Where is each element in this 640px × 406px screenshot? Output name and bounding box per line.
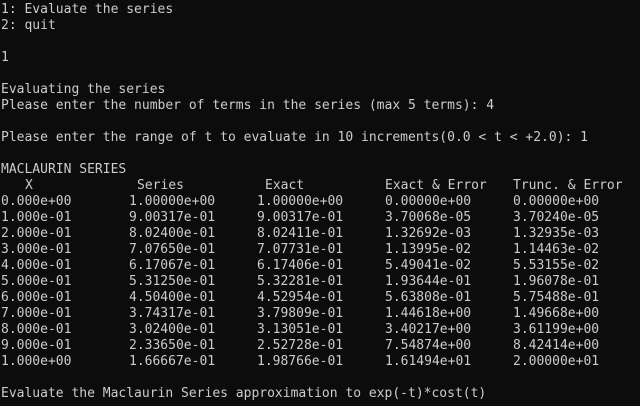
x-value: 9.000e-01 [1, 338, 72, 353]
terms-prompt: Please enter the number of terms in the … [1, 98, 495, 113]
trunc-error-value: 5.75488e-01 [513, 290, 600, 305]
table-title: MACLAURIN SERIES [1, 162, 127, 177]
column-header-exact-error: Exact & Error [385, 178, 487, 193]
x-value: 0.000e+00 [1, 194, 72, 209]
x-value: 2.000e-01 [1, 226, 72, 241]
table-row: 9.000e-01 2.33650e-01 2.52728e-01 7.54874e+… [1, 338, 640, 354]
trunc-error-value: 1.14463e-02 [513, 242, 600, 257]
exact-value: 3.13051e-01 [257, 322, 344, 337]
trunc-error-value: 0.00000e+00 [513, 194, 600, 209]
x-value: 3.000e-01 [1, 242, 72, 257]
x-value: 6.000e-01 [1, 290, 72, 305]
exact-value: 3.79809e-01 [257, 306, 344, 321]
table-row: 4.000e-01 6.17067e-01 6.17406e-01 5.49041e-… [1, 258, 640, 274]
series-value: 3.74317e-01 [129, 306, 216, 321]
series-value: 6.17067e-01 [129, 258, 216, 273]
exact-error-value: 0.00000e+00 [385, 194, 472, 209]
series-value: 1.66667e-01 [129, 354, 216, 369]
series-value: 1.00000e+00 [129, 194, 216, 209]
series-value: 2.33650e-01 [129, 338, 216, 353]
exact-value: 2.52728e-01 [257, 338, 344, 353]
exact-error-value: 1.32692e-03 [385, 226, 472, 241]
column-header-series: Series [137, 178, 184, 193]
exact-error-value: 5.63808e-01 [385, 290, 472, 305]
column-header-x: X [25, 178, 33, 193]
table-row: 6.000e-01 4.50400e-01 4.52954e-01 5.63808e-… [1, 290, 640, 306]
exact-error-value: 3.70068e-05 [385, 210, 472, 225]
series-value: 4.50400e-01 [129, 290, 216, 305]
menu-option-evaluate: 1: Evaluate the series [1, 2, 174, 17]
exact-value: 9.00317e-01 [257, 210, 344, 225]
trunc-error-value: 3.70240e-05 [513, 210, 600, 225]
trunc-error-value: 1.96078e-01 [513, 274, 600, 289]
table-row: 7.000e-01 3.74317e-01 3.79809e-01 1.44618e+… [1, 306, 640, 322]
exact-value: 4.52954e-01 [257, 290, 344, 305]
table-row: 2.000e-01 8.02400e-01 8.02411e-01 1.32692e-… [1, 226, 640, 242]
series-value: 8.02400e-01 [129, 226, 216, 241]
exact-error-value: 1.93644e-01 [385, 274, 472, 289]
trunc-error-value: 3.61199e+00 [513, 322, 600, 337]
table-row: 1.000e+00 1.66667e-01 1.98766e-01 1.61494e+… [1, 354, 640, 370]
table-row: 8.000e-01 3.02400e-01 3.13051e-01 3.40217e+… [1, 322, 640, 338]
trunc-error-value: 5.53155e-02 [513, 258, 600, 273]
x-value: 1.000e-01 [1, 210, 72, 225]
menu-option-quit: 2: quit [1, 18, 56, 33]
exact-value: 8.02411e-01 [257, 226, 344, 241]
table-body: 0.000e+00 1.00000e+00 1.00000e+00 0.00000e+… [1, 194, 640, 370]
series-value: 9.00317e-01 [129, 210, 216, 225]
footer-text: Evaluate the Maclaurin Series approximat… [1, 386, 487, 401]
exact-value: 1.00000e+00 [257, 194, 344, 209]
exact-error-value: 3.40217e+00 [385, 322, 472, 337]
exact-error-value: 5.49041e-02 [385, 258, 472, 273]
trunc-error-value: 1.49668e+00 [513, 306, 600, 321]
x-value: 8.000e-01 [1, 322, 72, 337]
exact-value: 5.32281e-01 [257, 274, 344, 289]
exact-error-value: 1.44618e+00 [385, 306, 472, 321]
table-row: 1.000e-01 9.00317e-01 9.00317e-01 3.70068e-… [1, 210, 640, 226]
series-value: 5.31250e-01 [129, 274, 216, 289]
x-value: 7.000e-01 [1, 306, 72, 321]
trunc-error-value: 1.32935e-03 [513, 226, 600, 241]
exact-error-value: 1.13995e-02 [385, 242, 472, 257]
x-value: 5.000e-01 [1, 274, 72, 289]
exact-error-value: 7.54874e+00 [385, 338, 472, 353]
column-header-exact: Exact [265, 178, 305, 193]
trunc-error-value: 8.42414e+00 [513, 338, 600, 353]
table-row: 5.000e-01 5.31250e-01 5.32281e-01 1.93644e-… [1, 274, 640, 290]
table-row: 0.000e+00 1.00000e+00 1.00000e+00 0.00000e+… [1, 194, 640, 210]
console-window[interactable]: 1: Evaluate the series 2: quit 1 Evaluat… [0, 0, 640, 406]
exact-value: 1.98766e-01 [257, 354, 344, 369]
table-row: 3.000e-01 7.07650e-01 7.07731e-01 1.13995e-… [1, 242, 640, 258]
series-value: 3.02400e-01 [129, 322, 216, 337]
user-choice: 1 [1, 50, 9, 65]
table-header: X Series Exact Exact & Error Trunc. & Er… [1, 178, 640, 194]
x-value: 4.000e-01 [1, 258, 72, 273]
column-header-trunc-error: Trunc. & Error [513, 178, 623, 193]
exact-value: 7.07731e-01 [257, 242, 344, 257]
status-evaluating: Evaluating the series [1, 82, 166, 97]
exact-error-value: 1.61494e+01 [385, 354, 472, 369]
trunc-error-value: 2.00000e+01 [513, 354, 600, 369]
series-value: 7.07650e-01 [129, 242, 216, 257]
x-value: 1.000e+00 [1, 354, 72, 369]
exact-value: 6.17406e-01 [257, 258, 344, 273]
range-prompt: Please enter the range of t to evaluate … [1, 130, 588, 145]
